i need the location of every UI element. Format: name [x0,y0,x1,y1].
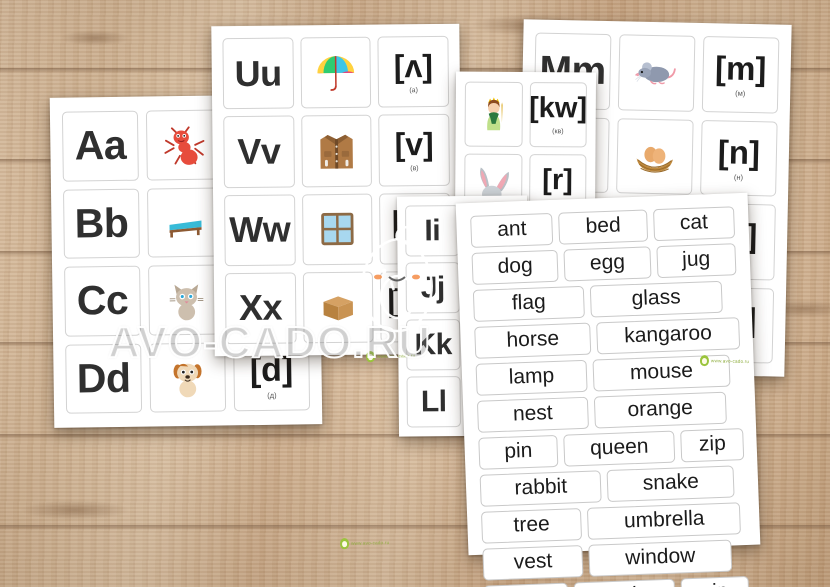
word-list-sheet[interactable]: ant bed cat dog egg jug flag glass horse… [455,192,761,587]
letter-cell[interactable]: Dd [65,343,143,414]
ipa-label: [n] [717,132,761,171]
brand-url: www.avo-cado.ru [350,540,390,546]
word-chip[interactable]: umbrella [587,502,742,541]
word-chip[interactable]: kangaroo [596,317,740,355]
word-chip[interactable]: horse [474,322,592,360]
ipa-cell[interactable]: [v] (в) [378,114,450,187]
word-chip[interactable]: nest [476,396,589,434]
ipa-label: [d] [249,350,294,390]
window-icon [301,193,374,266]
word-chip[interactable]: bed [558,209,648,245]
ipa-label: [v] [394,125,434,163]
box-icon [302,271,374,344]
letter-cell[interactable]: Kk [406,319,461,371]
avocado-icon [365,350,376,363]
letter-cell[interactable]: Vv [223,115,295,188]
ru-hint: (в) [410,165,419,173]
word-row: flag glass [472,280,738,323]
queen-icon [464,81,523,147]
word-chip[interactable]: tree [480,508,583,545]
letter-label: Ww [229,208,291,251]
ipa-label: [kw] [529,91,587,125]
letter-cell[interactable]: Xx [224,272,297,345]
word-chip[interactable]: yacht [574,579,676,587]
word-chip[interactable]: snake [606,465,735,503]
letter-cell[interactable]: Ll [406,376,461,428]
letter-label: Ii [424,213,441,247]
brand-logo: www.avo-cado.ru [699,351,750,367]
word-chip[interactable]: lamp [475,359,588,397]
letter-label: Aa [74,122,127,169]
word-chip[interactable]: box [483,583,570,587]
word-row: ant bed cat [470,206,736,248]
word-chip[interactable]: glass [589,280,723,318]
word-chip[interactable]: cat [652,206,736,242]
letter-cell[interactable]: Ww [224,193,296,266]
brand-url: www.avo-cado.ru [710,358,750,364]
word-chip[interactable]: pin [478,435,559,471]
letter-label: Uu [234,52,282,94]
ru-hint: (н) [733,172,744,182]
screenshot-root: Aa [æ] (широкий э) [0,0,830,587]
avocado-icon [339,537,350,550]
word-chip[interactable]: queen [563,430,676,467]
ipa-label: [r] [542,163,573,196]
word-chip[interactable]: vest [482,545,584,582]
letter-label: Xx [238,286,283,329]
word-row: tree umbrella [480,502,746,545]
ru-hint: (м) [735,88,746,98]
letter-label: Ll [420,384,447,418]
letter-cell[interactable]: Bb [62,188,140,259]
letter-label: Dd [76,354,131,402]
brand-url: www.avo-cado.ru [376,353,416,359]
letter-label: Jj [420,270,445,304]
word-chip[interactable]: orange [593,391,727,429]
avocado-icon [699,354,710,367]
word-row: nest orange [476,391,742,434]
ru-hint: (д) [267,390,277,400]
ru-hint: (кв) [552,128,564,136]
letter-label: Cc [76,277,129,324]
letter-cell[interactable]: Jj [405,262,460,314]
nest-icon [616,117,694,195]
mouse-icon [617,34,696,112]
word-row: pin queen zip [478,428,745,471]
word-row: dog egg jug [471,243,737,285]
ipa-cell[interactable]: [kw] (кв) [529,82,587,148]
umbrella-icon [300,36,372,109]
word-row: vest window [482,539,747,582]
word-chip[interactable]: jug [656,243,737,279]
letter-label: Bb [74,199,129,247]
word-chip[interactable]: zip [680,428,745,463]
word-chip[interactable]: egg [563,246,652,282]
letter-cell[interactable]: Uu [222,37,294,110]
ipa-cell[interactable]: [ʌ] (а) [377,35,450,108]
word-chip[interactable]: window [588,540,733,578]
word-chip[interactable]: rabbit [479,470,603,508]
word-chip[interactable]: dog [471,249,559,285]
vest-icon [300,114,373,187]
word-row: rabbit snake [479,465,745,508]
ru-hint: (а) [409,86,418,94]
brand-logo: www.avo-cado.ru [365,346,416,363]
letter-cell[interactable]: Cc [64,265,142,337]
letter-label: Vv [237,130,281,172]
word-chip[interactable]: zip [680,576,751,587]
ipa-cell[interactable]: [n] (н) [700,119,778,197]
brand-logo: www.avo-cado.ru [339,533,390,550]
word-chip[interactable]: ant [470,212,554,248]
letter-label: Kk [414,327,453,361]
letter-cell[interactable]: Aa [61,110,139,182]
ipa-label: [ʌ] [393,47,434,85]
word-rows: ant bed cat dog egg jug flag glass horse… [470,206,751,587]
ipa-cell[interactable]: [m] (м) [701,35,780,114]
ipa-label: [m] [714,49,767,88]
word-chip[interactable]: flag [472,285,585,323]
letter-cell[interactable]: Ii [405,205,460,257]
